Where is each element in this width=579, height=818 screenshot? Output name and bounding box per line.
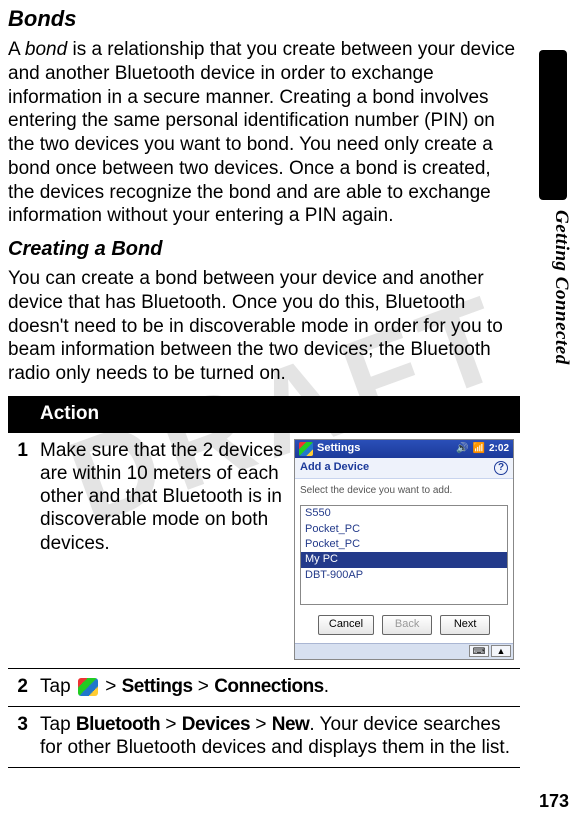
step3-new: New (272, 714, 310, 735)
screenshot-bottom-bar: ⌨ ▲ (295, 643, 513, 659)
table-row: 3 Tap Bluetooth > Devices > New. Your de… (8, 706, 520, 767)
p1-bond-italic: bond (25, 39, 67, 60)
action-table: Action 1 Make sure that the 2 devices ar… (8, 396, 520, 768)
step-number: 1 (8, 433, 34, 668)
speaker-icon: 🔊 (456, 443, 468, 455)
screenshot-titlebar: Settings 🔊 📶 2:02 (295, 440, 513, 458)
step2-sep2: . (324, 676, 329, 697)
step2-sep1: > (193, 676, 215, 697)
device-screenshot: Settings 🔊 📶 2:02 Add a Device ? Select … (294, 439, 514, 660)
screenshot-title: Settings (317, 442, 452, 455)
list-item-selected[interactable]: My PC (301, 552, 507, 567)
step3-devices: Devices (182, 714, 250, 735)
step-text: Tap Bluetooth > Devices > New. Your devi… (34, 706, 520, 767)
clock-time: 2:02 (489, 443, 509, 455)
side-label: Getting Connected (550, 210, 572, 365)
page-number: 173 (539, 791, 569, 812)
paragraph-creating: You can create a bond between your devic… (8, 267, 522, 386)
cancel-button[interactable]: Cancel (318, 615, 374, 634)
step3-pre: Tap (40, 714, 76, 735)
step2-connections: Connections (214, 676, 324, 697)
step2-pre: Tap (40, 676, 76, 697)
signal-icon: 📶 (473, 443, 485, 455)
help-icon[interactable]: ? (494, 461, 508, 475)
step2-settings: Settings (122, 676, 193, 697)
list-item[interactable]: Pocket_PC (301, 537, 507, 552)
side-black-tab (539, 50, 567, 200)
p1-suffix: is a relationship that you create betwee… (8, 39, 515, 226)
step3-sep2: . (309, 714, 319, 735)
step-number: 2 (8, 668, 34, 706)
main-content: Bonds A bond is a relationship that you … (0, 0, 530, 768)
step-text: Tap > Settings > Connections. (34, 668, 520, 706)
status-area: 🔊 📶 2:02 (456, 443, 509, 455)
step3-bluetooth: Bluetooth (76, 714, 160, 735)
p1-prefix: A (8, 39, 25, 60)
step2-sep0: > (100, 676, 122, 697)
step-text: Make sure that the 2 devices are within … (34, 433, 290, 668)
heading-bonds: Bonds (8, 6, 522, 32)
up-arrow-icon[interactable]: ▲ (491, 645, 511, 657)
next-button[interactable]: Next (440, 615, 490, 634)
device-list[interactable]: S550 Pocket_PC Pocket_PC My PC DBT-900AP (300, 505, 508, 605)
start-menu-icon (78, 678, 98, 696)
table-row: 1 Make sure that the 2 devices are withi… (8, 433, 520, 668)
list-item[interactable]: S550 (301, 506, 507, 521)
list-item[interactable]: Pocket_PC (301, 522, 507, 537)
step3-sep1: > (250, 714, 272, 735)
action-header-blank (8, 396, 34, 433)
step-number: 3 (8, 706, 34, 767)
screenshot-subbar: Add a Device ? (295, 458, 513, 479)
keyboard-icon[interactable]: ⌨ (469, 645, 489, 657)
screenshot-button-row: Cancel Back Next (295, 609, 513, 642)
back-button: Back (382, 615, 432, 634)
step3-sep0: > (160, 714, 182, 735)
table-row: 2 Tap > Settings > Connections. (8, 668, 520, 706)
screenshot-instruction: Select the device you want to add. (295, 479, 513, 503)
action-header-label: Action (34, 396, 520, 433)
heading-creating: Creating a Bond (8, 238, 522, 261)
windows-flag-icon (299, 442, 313, 456)
screenshot-cell: Settings 🔊 📶 2:02 Add a Device ? Select … (290, 433, 520, 668)
subbar-title: Add a Device (300, 461, 369, 474)
paragraph-bonds: A bond is a relationship that you create… (8, 38, 522, 228)
action-header-row: Action (8, 396, 520, 433)
list-item[interactable]: DBT-900AP (301, 568, 507, 583)
